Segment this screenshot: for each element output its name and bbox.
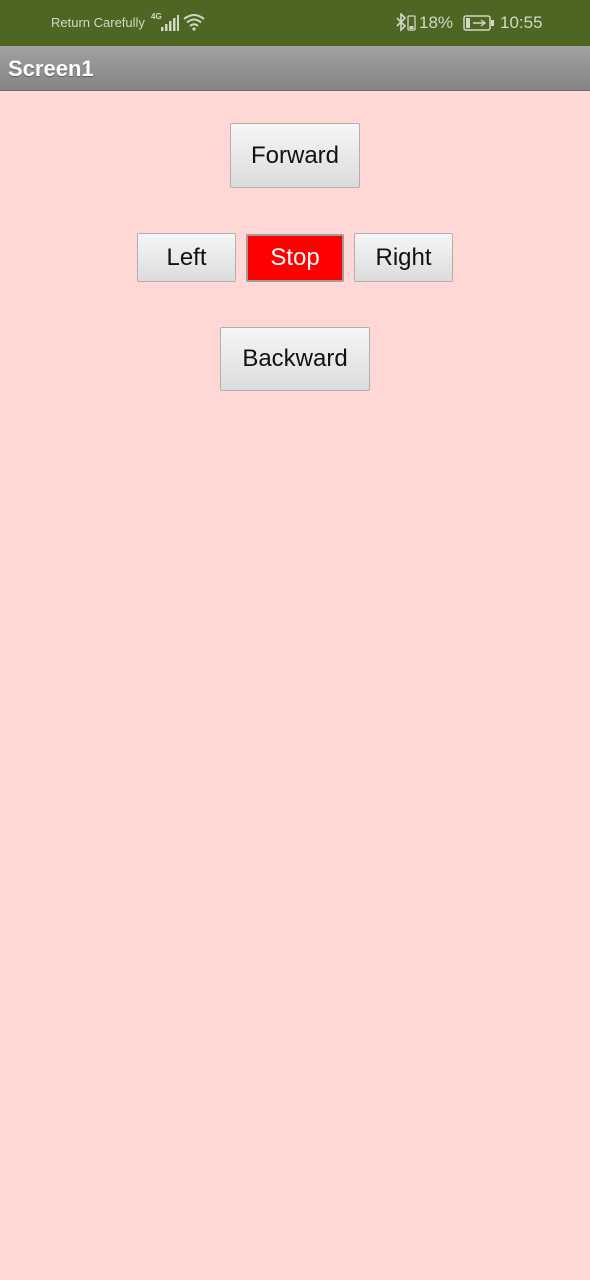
stop-button[interactable]: Stop (246, 234, 344, 282)
carrier-name: Return Carefully (51, 15, 145, 30)
battery-percent: 18% (419, 13, 454, 32)
wifi-icon (183, 13, 205, 36)
page-title: Screen1 (8, 56, 94, 81)
status-bar: Return Carefully 4G 18% 10:55 (0, 0, 590, 46)
right-button[interactable]: Right (354, 233, 453, 282)
signal-icon (161, 14, 179, 37)
title-bar: Screen1 (0, 46, 590, 91)
bluetooth-icon (394, 12, 416, 38)
battery-icon (463, 15, 495, 36)
backward-button[interactable]: Backward (220, 327, 370, 391)
left-button[interactable]: Left (137, 233, 236, 282)
forward-button[interactable]: Forward (230, 123, 360, 188)
clock: 10:55 (500, 13, 543, 32)
